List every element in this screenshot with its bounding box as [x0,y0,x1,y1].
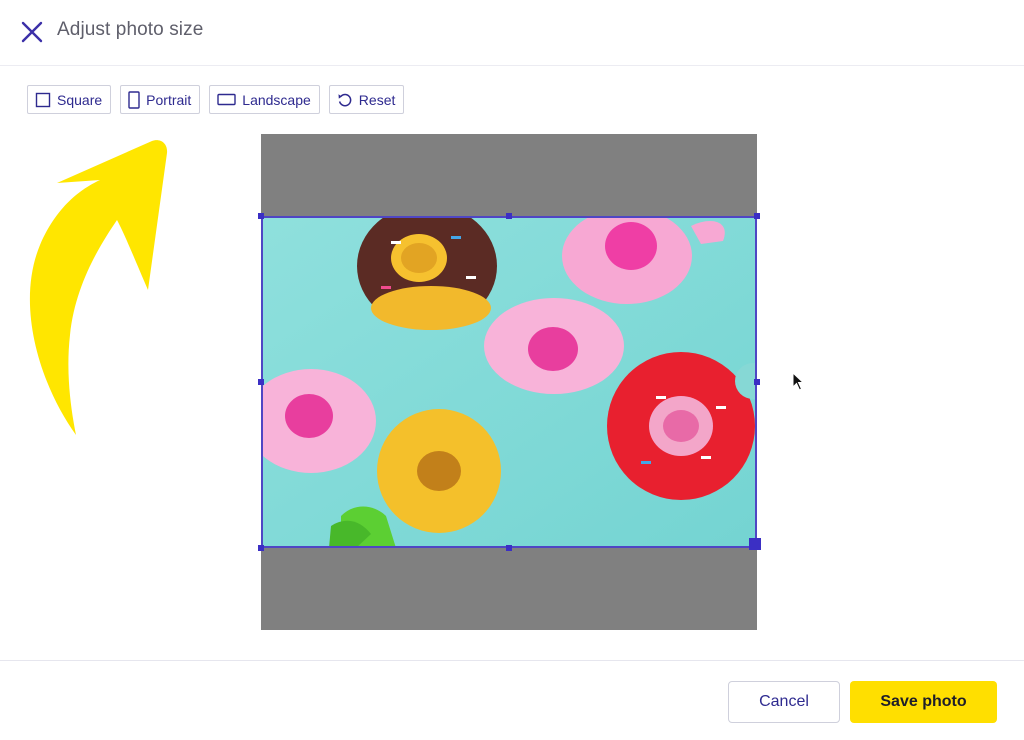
annotation-arrow-icon [29,140,168,435]
square-label: Square [57,91,103,108]
crop-handle-top-left[interactable] [258,213,264,219]
portrait-button[interactable]: Portrait [120,85,201,114]
dialog-header: Adjust photo size [0,0,1024,66]
close-icon [21,21,43,43]
aspect-toolbar: Square Portrait Landscape Reset [27,85,405,114]
crop-handle-bottom-right[interactable] [749,538,761,550]
reset-icon [337,92,353,108]
close-button[interactable] [18,18,46,46]
crop-canvas[interactable] [258,134,761,630]
landscape-label: Landscape [242,91,311,108]
reset-button[interactable]: Reset [328,85,405,114]
crop-handle-bottom-left[interactable] [258,545,264,551]
save-photo-button[interactable]: Save photo [850,681,997,723]
square-button[interactable]: Square [27,85,112,114]
portrait-label: Portrait [146,91,192,108]
cancel-button[interactable]: Cancel [728,681,840,723]
reset-label: Reset [358,91,396,108]
landscape-icon [217,93,236,106]
dialog-title: Adjust photo size [57,19,204,40]
landscape-button[interactable]: Landscape [209,85,320,114]
crop-handle-middle-left[interactable] [258,379,264,385]
crop-handle-top-right[interactable] [754,213,760,219]
square-icon [35,92,51,108]
crop-handle-top-middle[interactable] [506,213,512,219]
crop-handle-middle-right[interactable] [754,379,760,385]
crop-frame[interactable] [261,216,757,548]
mouse-cursor-icon [792,372,805,391]
portrait-icon [128,90,140,109]
crop-handle-bottom-middle[interactable] [506,545,512,551]
